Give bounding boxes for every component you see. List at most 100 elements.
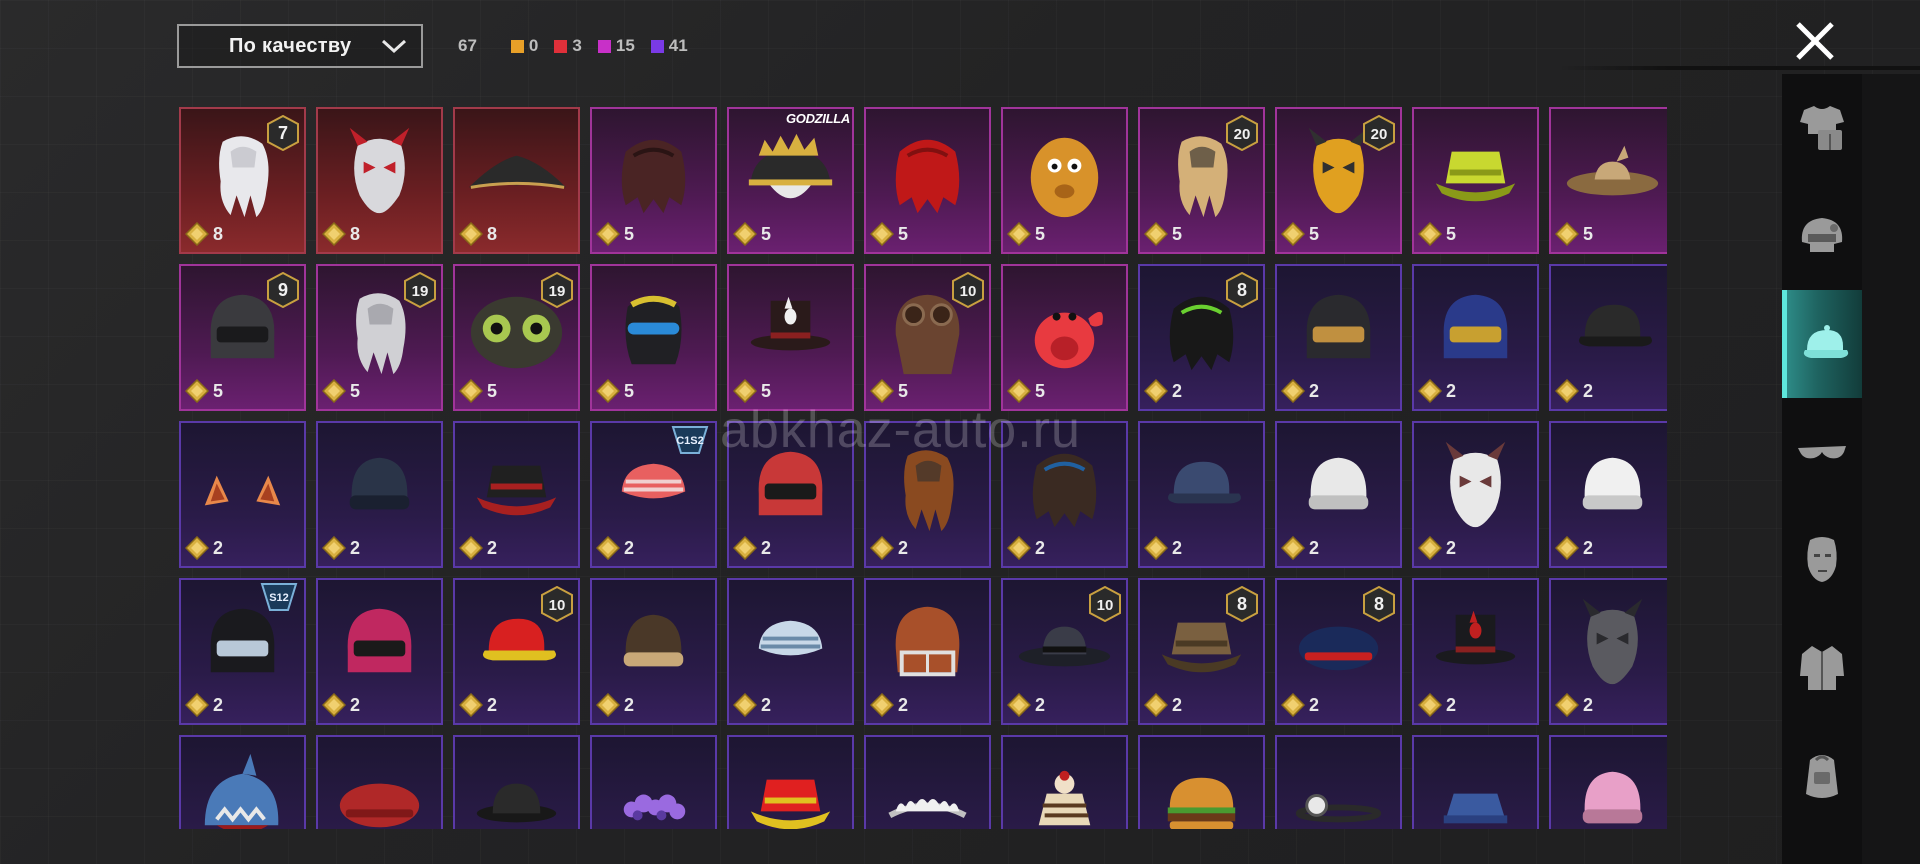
item-card[interactable]: 10 2 — [1001, 578, 1128, 725]
item-card[interactable] — [453, 735, 580, 829]
beret-item-icon — [339, 783, 420, 828]
item-card[interactable]: 5 — [1001, 107, 1128, 254]
item-card[interactable]: GODZILLA 5 — [727, 107, 854, 254]
points: 2 — [733, 536, 771, 560]
item-card[interactable]: S12 2 — [179, 578, 306, 725]
season-badge: S12 — [258, 582, 300, 612]
item-card[interactable]: 8 2 — [1138, 264, 1265, 411]
item-card[interactable] — [590, 735, 717, 829]
item-card[interactable]: 2 — [864, 578, 991, 725]
points-value: 5 — [1172, 223, 1183, 244]
backpack-icon — [1806, 755, 1838, 798]
points: 2 — [1418, 379, 1456, 403]
item-card[interactable] — [316, 735, 443, 829]
item-card[interactable]: 2 — [1549, 578, 1667, 725]
item-card[interactable]: 9 5 — [179, 264, 306, 411]
points: 5 — [1418, 222, 1456, 246]
item-card[interactable]: 8 2 — [1275, 578, 1402, 725]
item-card[interactable]: C1S2 2 — [590, 421, 717, 568]
points-diamond-icon — [1281, 222, 1305, 246]
item-card[interactable] — [1001, 735, 1128, 829]
points: 2 — [733, 693, 771, 717]
points-diamond-icon — [322, 222, 346, 246]
tab-outfit[interactable] — [1782, 74, 1862, 182]
category-sidebar — [1782, 74, 1920, 864]
item-card[interactable]: 2 — [727, 421, 854, 568]
points: 5 — [596, 222, 634, 246]
item-card[interactable]: 19 5 — [453, 264, 580, 411]
item-card[interactable]: 5 — [864, 107, 991, 254]
item-card[interactable]: 20 5 — [1275, 107, 1402, 254]
item-card[interactable]: 2 — [1275, 264, 1402, 411]
points-value: 2 — [1583, 694, 1594, 715]
item-card[interactable]: 5 — [590, 107, 717, 254]
item-card[interactable]: 8 2 — [1138, 578, 1265, 725]
points: 2 — [459, 693, 497, 717]
tab-backpack[interactable] — [1782, 722, 1862, 830]
item-card[interactable]: 2 — [1275, 421, 1402, 568]
item-card[interactable] — [1138, 735, 1265, 829]
points-diamond-icon — [1007, 222, 1031, 246]
level-badge-text: 20 — [1371, 126, 1388, 143]
item-card[interactable]: 2 — [316, 421, 443, 568]
item-card[interactable] — [1275, 735, 1402, 829]
item-card[interactable]: 5 — [1549, 107, 1667, 254]
level-badge-icon: 10 — [1089, 586, 1121, 622]
item-card[interactable]: 2 — [179, 421, 306, 568]
item-card[interactable] — [864, 735, 991, 829]
item-card[interactable]: 2 — [1412, 578, 1539, 725]
points: 2 — [1555, 693, 1593, 717]
tab-face[interactable] — [1782, 506, 1862, 614]
item-card[interactable]: 10 5 — [864, 264, 991, 411]
item-card[interactable]: 20 5 — [1138, 107, 1265, 254]
item-card[interactable] — [179, 735, 306, 829]
item-card[interactable]: 5 — [590, 264, 717, 411]
level-badge-icon: 8 — [1226, 586, 1258, 622]
tab-hats[interactable] — [1782, 290, 1862, 398]
item-card[interactable]: 19 5 — [316, 264, 443, 411]
tab-jacket[interactable] — [1782, 614, 1862, 722]
item-card[interactable]: 2 — [316, 578, 443, 725]
points-diamond-icon — [1144, 536, 1168, 560]
item-card[interactable]: 2 — [727, 578, 854, 725]
close-icon[interactable] — [1790, 16, 1840, 66]
points: 5 — [870, 222, 908, 246]
item-card[interactable]: 2 — [864, 421, 991, 568]
item-card[interactable]: 5 — [1412, 107, 1539, 254]
cake-item-icon — [1038, 770, 1091, 826]
mask-item-icon — [1582, 598, 1643, 685]
item-card[interactable]: 2 — [1549, 264, 1667, 411]
item-card[interactable]: 2 — [1138, 421, 1265, 568]
item-card[interactable]: 2 — [1412, 421, 1539, 568]
cap-item-icon — [1167, 461, 1241, 504]
item-card[interactable]: 5 — [1001, 264, 1128, 411]
item-card[interactable]: 7 8 — [179, 107, 306, 254]
points-diamond-icon — [322, 536, 346, 560]
item-card[interactable]: 5 — [727, 264, 854, 411]
item-card[interactable] — [1412, 735, 1539, 829]
sort-dropdown[interactable]: По качеству — [177, 24, 423, 68]
points-value: 2 — [1446, 537, 1457, 558]
points: 8 — [322, 222, 360, 246]
season-badge: C1S2 — [669, 425, 711, 455]
item-card[interactable]: 10 2 — [453, 578, 580, 725]
item-card[interactable]: 2 — [453, 421, 580, 568]
level-badge-icon: 20 — [1226, 115, 1258, 151]
points: 8 — [459, 222, 497, 246]
points-value: 5 — [1035, 380, 1046, 401]
item-card[interactable]: 2 — [1412, 264, 1539, 411]
item-card[interactable]: 2 — [1549, 421, 1667, 568]
points-value: 2 — [1035, 537, 1046, 558]
points-diamond-icon — [733, 222, 757, 246]
points-value: 2 — [624, 537, 635, 558]
item-card[interactable]: 8 — [316, 107, 443, 254]
item-card[interactable] — [727, 735, 854, 829]
points-diamond-icon — [1281, 379, 1305, 403]
item-card[interactable]: 8 — [453, 107, 580, 254]
points: 2 — [1555, 379, 1593, 403]
tab-helmet[interactable] — [1782, 182, 1862, 290]
item-card[interactable]: 2 — [1001, 421, 1128, 568]
item-card[interactable]: 2 — [590, 578, 717, 725]
item-card[interactable] — [1549, 735, 1667, 829]
tab-glasses[interactable] — [1782, 398, 1862, 506]
